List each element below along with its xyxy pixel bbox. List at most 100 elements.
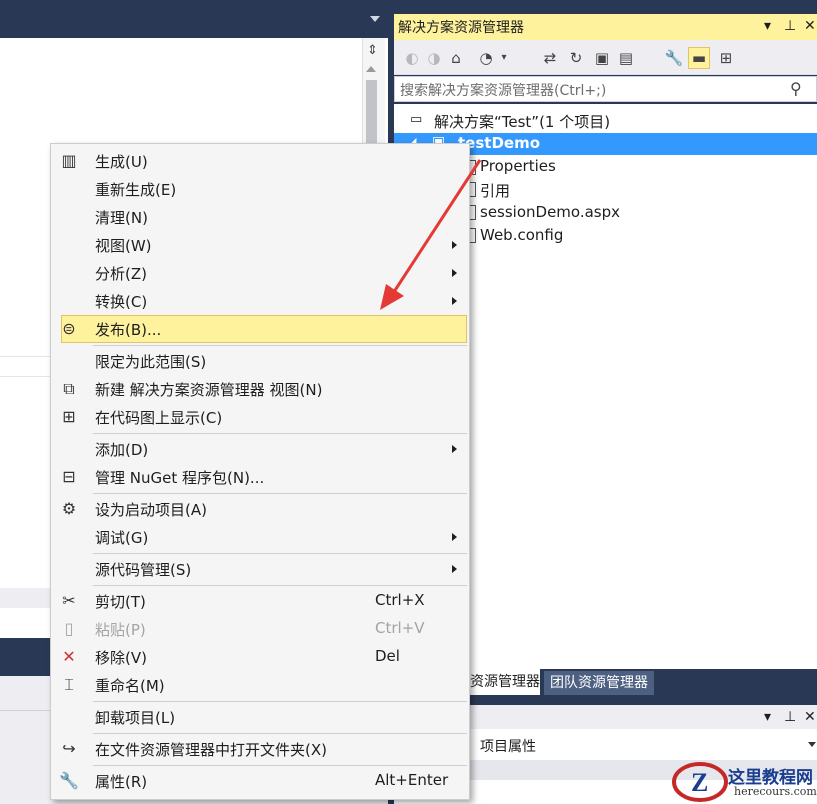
menu-label: 转换(C)	[95, 293, 148, 311]
tab-team-explorer[interactable]: 团队资源管理器	[544, 671, 654, 695]
paste-icon: ▯	[64, 619, 74, 638]
menu-item-show-on-code-map[interactable]: ⊞ 在代码图上显示(C)	[51, 403, 469, 431]
forward-icon[interactable]: ◑	[424, 48, 444, 68]
menu-label: 发布(B)...	[95, 321, 162, 339]
menu-item-debug[interactable]: 调试(G)	[51, 523, 469, 551]
menu-label: 卸载项目(L)	[95, 709, 176, 727]
rename-icon: ⌶	[64, 675, 74, 694]
properties-object-selector[interactable]: 项目属性	[480, 736, 536, 756]
menu-item-new-explorer-view[interactable]: ⧉ 新建 解决方案资源管理器 视图(N)	[51, 375, 469, 403]
pin-icon[interactable]: ⊥	[784, 18, 796, 34]
submenu-arrow-icon	[452, 533, 457, 541]
wrench-icon: 🔧	[59, 771, 79, 790]
annotation-arrow-head	[380, 284, 404, 310]
menu-item-rename[interactable]: ⌶ 重命名(M)	[51, 671, 469, 699]
class-diagram-icon[interactable]: ⊞	[716, 48, 736, 68]
properties-wrench-icon[interactable]: 🔧	[664, 48, 684, 68]
properties-selector-dropdown-icon[interactable]	[808, 742, 816, 747]
remove-icon: ✕	[62, 647, 76, 666]
menu-item-cut[interactable]: ✂ 剪切(T) Ctrl+X	[51, 587, 469, 615]
tab-solution-explorer[interactable]: 解决方案资源管理器	[458, 669, 540, 695]
menu-item-unload-project[interactable]: 卸载项目(L)	[51, 703, 469, 731]
menu-label: 清理(N)	[95, 209, 148, 227]
editor-tab-bar	[0, 0, 388, 38]
tree-item-webconfig[interactable]: Web.config	[480, 226, 563, 244]
properties-close-icon[interactable]: ✕	[804, 709, 816, 725]
collapse-all-icon[interactable]: ▣	[592, 48, 612, 68]
new-view-icon: ⧉	[63, 379, 75, 398]
scroll-up-icon[interactable]	[366, 66, 376, 72]
menu-label: 属性(R)	[95, 773, 148, 791]
menu-separator	[93, 733, 467, 734]
menu-separator	[93, 345, 467, 346]
menu-label: 生成(U)	[95, 153, 148, 171]
menu-label: 源代码管理(S)	[95, 561, 192, 579]
tab-overflow-dropdown[interactable]	[370, 16, 380, 22]
menu-item-add[interactable]: 添加(D)	[51, 435, 469, 463]
menu-label: 移除(V)	[95, 649, 147, 667]
scissors-icon: ✂	[62, 591, 76, 610]
menu-item-manage-nuget[interactable]: ⊟ 管理 NuGet 程序包(N)...	[51, 463, 469, 491]
home-icon[interactable]: ⌂	[446, 48, 466, 68]
menu-item-set-startup[interactable]: ⚙ 设为启动项目(A)	[51, 495, 469, 523]
menu-label: 分析(Z)	[95, 265, 147, 283]
show-all-files-icon[interactable]: ▤	[616, 48, 636, 68]
svg-text:Z: Z	[691, 768, 708, 797]
menu-shortcut: Del	[375, 647, 400, 665]
menu-label: 视图(W)	[95, 237, 152, 255]
pending-changes-filter-icon[interactable]: ◔	[476, 48, 496, 68]
solution-icon: ▭	[410, 112, 423, 127]
close-icon[interactable]: ✕	[804, 18, 816, 34]
properties-pin-icon[interactable]: ⊥	[784, 709, 796, 725]
solution-node[interactable]: 解决方案“Test”(1 个项目)	[434, 111, 610, 132]
properties-dropdown-icon[interactable]: ▾	[764, 709, 771, 725]
nuget-icon: ⊟	[62, 467, 76, 486]
annotation-arrow-shaft	[388, 159, 482, 299]
menu-label: 剪切(T)	[95, 593, 146, 611]
submenu-arrow-icon	[452, 445, 457, 453]
solution-explorer-title: 解决方案资源管理器	[398, 20, 524, 36]
menu-item-open-in-explorer[interactable]: ↪ 在文件资源管理器中打开文件夹(X)	[51, 735, 469, 763]
menu-label: 设为启动项目(A)	[95, 501, 207, 519]
watermark-logo: Z	[672, 762, 728, 802]
split-view-icon[interactable]: ⇕	[364, 42, 381, 60]
menu-label: 重新生成(E)	[95, 181, 177, 199]
menu-separator	[93, 493, 467, 494]
sync-icon[interactable]: ⇄	[540, 48, 560, 68]
menu-label: 管理 NuGet 程序包(N)...	[95, 469, 265, 487]
open-folder-icon: ↪	[62, 739, 76, 758]
menu-label: 重命名(M)	[95, 677, 165, 695]
menu-item-properties[interactable]: 🔧 属性(R) Alt+Enter	[51, 767, 469, 795]
filter-dropdown-icon[interactable]: ▾	[494, 48, 514, 68]
menu-separator	[93, 701, 467, 702]
publish-icon: ⊜	[62, 319, 76, 338]
gear-icon: ⚙	[61, 499, 77, 518]
menu-label: 粘贴(P)	[95, 621, 146, 639]
annotation-arrow	[380, 159, 482, 310]
search-icon[interactable]: ⚲	[790, 79, 802, 98]
menu-item-paste: ▯ 粘贴(P) Ctrl+V	[51, 615, 469, 643]
menu-item-scope-to-this[interactable]: 限定为此范围(S)	[51, 347, 469, 375]
menu-separator	[93, 553, 467, 554]
menu-shortcut: Alt+Enter	[375, 771, 449, 789]
tree-item-properties[interactable]: Properties	[480, 157, 556, 175]
window-position-dropdown-icon[interactable]: ▾	[764, 18, 771, 34]
menu-shortcut: Ctrl+V	[375, 619, 425, 637]
menu-shortcut: Ctrl+X	[375, 591, 425, 609]
tree-item-sessiondemo[interactable]: sessionDemo.aspx	[480, 203, 620, 221]
search-placeholder: 搜索解决方案资源管理器(Ctrl+;)	[400, 83, 607, 99]
watermark-url: herecours.com	[734, 785, 817, 798]
back-icon[interactable]: ◐	[402, 48, 422, 68]
solution-explorer-toolbar: ◐ ◑ ⌂ ◔ ▾ ⇄ ↻ ▣ ▤ 🔧 ▬ ⊞	[394, 40, 817, 75]
menu-label: 调试(G)	[95, 529, 149, 547]
menu-separator	[93, 585, 467, 586]
refresh-icon[interactable]: ↻	[566, 48, 586, 68]
menu-label: 添加(D)	[95, 441, 149, 459]
menu-separator	[93, 433, 467, 434]
menu-item-source-control[interactable]: 源代码管理(S)	[51, 555, 469, 583]
menu-label: 在代码图上显示(C)	[95, 409, 223, 427]
code-map-icon: ⊞	[62, 407, 76, 426]
preview-selected-items-icon[interactable]: ▬	[688, 47, 710, 69]
menu-label: 限定为此范围(S)	[95, 353, 207, 371]
menu-item-remove[interactable]: ✕ 移除(V) Del	[51, 643, 469, 671]
